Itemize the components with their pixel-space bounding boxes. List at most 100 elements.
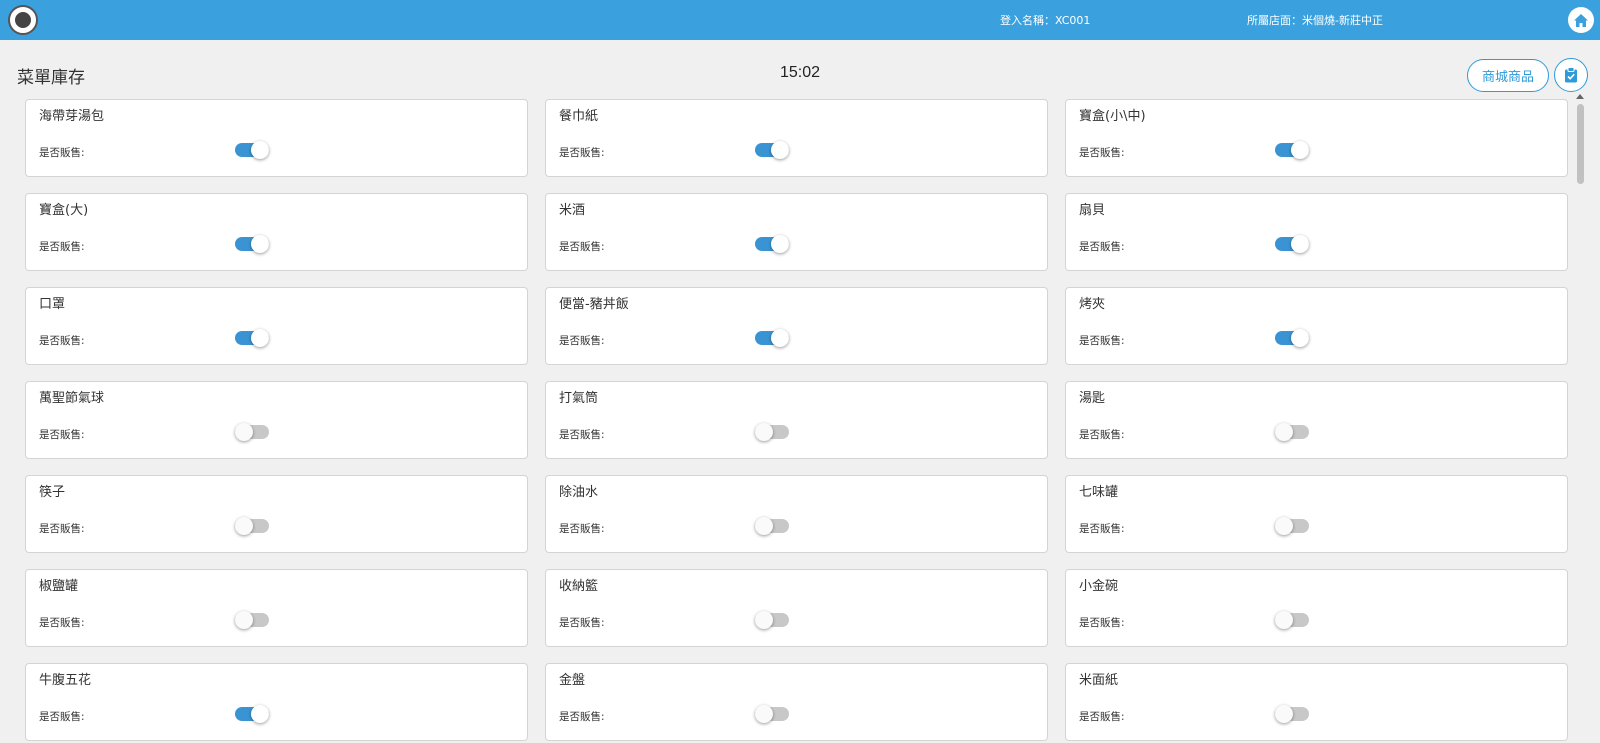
on-sale-toggle[interactable]	[1275, 329, 1309, 347]
toggle-knob	[251, 235, 269, 253]
on-sale-toggle[interactable]	[1275, 611, 1309, 629]
toggle-knob	[235, 423, 253, 441]
product-name: 打氣筒	[559, 391, 599, 406]
product-name: 扇貝	[1079, 203, 1106, 218]
on-sale-toggle[interactable]	[755, 705, 789, 723]
product-card: 海帶芽湯包是否販售:	[25, 99, 528, 177]
on-sale-label: 是否販售:	[39, 429, 85, 441]
on-sale-toggle[interactable]	[755, 235, 789, 253]
product-card: 椒鹽罐 是否販售:	[25, 569, 528, 647]
mall-products-button[interactable]: 商城商品	[1467, 59, 1549, 92]
on-sale-label: 是否販售:	[559, 241, 605, 253]
top-bar: 登入名稱：XC001 所屬店面：米個燒-新莊中正	[0, 0, 1600, 40]
on-sale-toggle[interactable]	[755, 423, 789, 441]
product-name: 米面紙	[1079, 673, 1119, 688]
toggle-knob	[1291, 235, 1309, 253]
product-name: 萬聖節氣球	[39, 391, 105, 406]
toggle-knob	[771, 141, 789, 159]
on-sale-toggle[interactable]	[1275, 705, 1309, 723]
on-sale-label: 是否販售:	[559, 335, 605, 347]
product-name: 牛腹五花	[39, 673, 92, 688]
toggle-knob	[251, 141, 269, 159]
on-sale-toggle[interactable]	[1275, 517, 1309, 535]
product-card: 收納籃是否販售:	[545, 569, 1048, 647]
on-sale-toggle[interactable]	[755, 517, 789, 535]
product-card: 扇貝是否販售:	[1065, 193, 1568, 271]
toggle-knob	[755, 517, 773, 535]
brand-logo	[8, 5, 38, 35]
product-card: 打氣筒是否販售:	[545, 381, 1048, 459]
product-card: 烤夾 是否販售:	[1065, 287, 1568, 365]
on-sale-toggle[interactable]	[1275, 235, 1309, 253]
scroll-up-arrow[interactable]	[1576, 94, 1584, 99]
toggle-knob	[771, 329, 789, 347]
home-button[interactable]	[1568, 7, 1594, 33]
product-name: 湯匙	[1079, 391, 1106, 406]
on-sale-toggle[interactable]	[235, 329, 269, 347]
on-sale-label: 是否販售:	[39, 711, 85, 723]
home-icon	[1574, 13, 1588, 27]
toggle-knob	[1275, 705, 1293, 723]
clipboard-check-icon	[1565, 67, 1577, 83]
scrollbar-thumb[interactable]	[1577, 104, 1584, 184]
product-card: 萬聖節氣球是否販售:	[25, 381, 528, 459]
product-name: 便當-豬丼飯	[559, 297, 629, 312]
on-sale-toggle[interactable]	[755, 329, 789, 347]
page-title: 菜單庫存	[17, 68, 85, 88]
on-sale-toggle[interactable]	[235, 517, 269, 535]
product-name: 小金碗	[1079, 579, 1119, 594]
clipboard-button[interactable]	[1554, 58, 1588, 92]
on-sale-toggle[interactable]	[235, 423, 269, 441]
toggle-knob	[755, 705, 773, 723]
clock-display: 15:02	[780, 64, 821, 81]
product-card: 寶盒(小\中) 是否販售:	[1065, 99, 1568, 177]
on-sale-toggle[interactable]	[235, 611, 269, 629]
on-sale-label: 是否販售:	[559, 711, 605, 723]
product-card: 湯匙是否販售:	[1065, 381, 1568, 459]
on-sale-label: 是否販售:	[1079, 335, 1125, 347]
login-name-label: 登入名稱：XC001	[1000, 14, 1091, 27]
product-name: 海帶芽湯包	[39, 109, 105, 124]
on-sale-label: 是否販售:	[39, 335, 85, 347]
on-sale-label: 是否販售:	[1079, 617, 1125, 629]
product-card: 米面紙是否販售:	[1065, 663, 1568, 741]
scrollbar[interactable]	[1574, 92, 1586, 743]
product-card: 餐巾紙 是否販售:	[545, 99, 1048, 177]
product-card: 便當-豬丼飯 是否販售:	[545, 287, 1048, 365]
on-sale-toggle[interactable]	[1275, 141, 1309, 159]
product-card: 筷子 是否販售:	[25, 475, 528, 553]
on-sale-toggle[interactable]	[235, 705, 269, 723]
on-sale-label: 是否販售:	[559, 617, 605, 629]
toggle-knob	[771, 235, 789, 253]
on-sale-toggle[interactable]	[755, 611, 789, 629]
on-sale-label: 是否販售:	[1079, 523, 1125, 535]
toggle-knob	[1275, 611, 1293, 629]
product-name: 除油水	[559, 485, 599, 500]
product-card: 寶盒(大) 是否販售:	[25, 193, 528, 271]
product-name: 寶盒(大)	[39, 203, 89, 218]
product-name: 收納籃	[559, 579, 599, 594]
product-name: 金盤	[559, 673, 586, 688]
product-name: 椒鹽罐	[39, 579, 79, 594]
on-sale-label: 是否販售:	[1079, 241, 1125, 253]
on-sale-toggle[interactable]	[235, 141, 269, 159]
on-sale-toggle[interactable]	[1275, 423, 1309, 441]
on-sale-toggle[interactable]	[235, 235, 269, 253]
on-sale-label: 是否販售:	[39, 147, 85, 159]
product-name: 餐巾紙	[559, 109, 599, 124]
on-sale-label: 是否販售:	[1079, 429, 1125, 441]
on-sale-label: 是否販售:	[559, 429, 605, 441]
product-card: 米酒 是否販售:	[545, 193, 1048, 271]
product-card: 除油水 是否販售:	[545, 475, 1048, 553]
on-sale-toggle[interactable]	[755, 141, 789, 159]
on-sale-label: 是否販售:	[1079, 711, 1125, 723]
toggle-knob	[755, 611, 773, 629]
on-sale-label: 是否販售:	[39, 241, 85, 253]
product-name: 寶盒(小\中)	[1079, 109, 1146, 124]
toggle-knob	[251, 705, 269, 723]
on-sale-label: 是否販售:	[39, 523, 85, 535]
toggle-knob	[1291, 141, 1309, 159]
toggle-knob	[755, 423, 773, 441]
menu-stock-grid: 海帶芽湯包 是否販售: 餐巾紙 是否販售: 寶盒(小\中) 是否販售: 寶盒(大) 是否販售:…	[25, 99, 1568, 741]
on-sale-label: 是否販售:	[1079, 147, 1125, 159]
